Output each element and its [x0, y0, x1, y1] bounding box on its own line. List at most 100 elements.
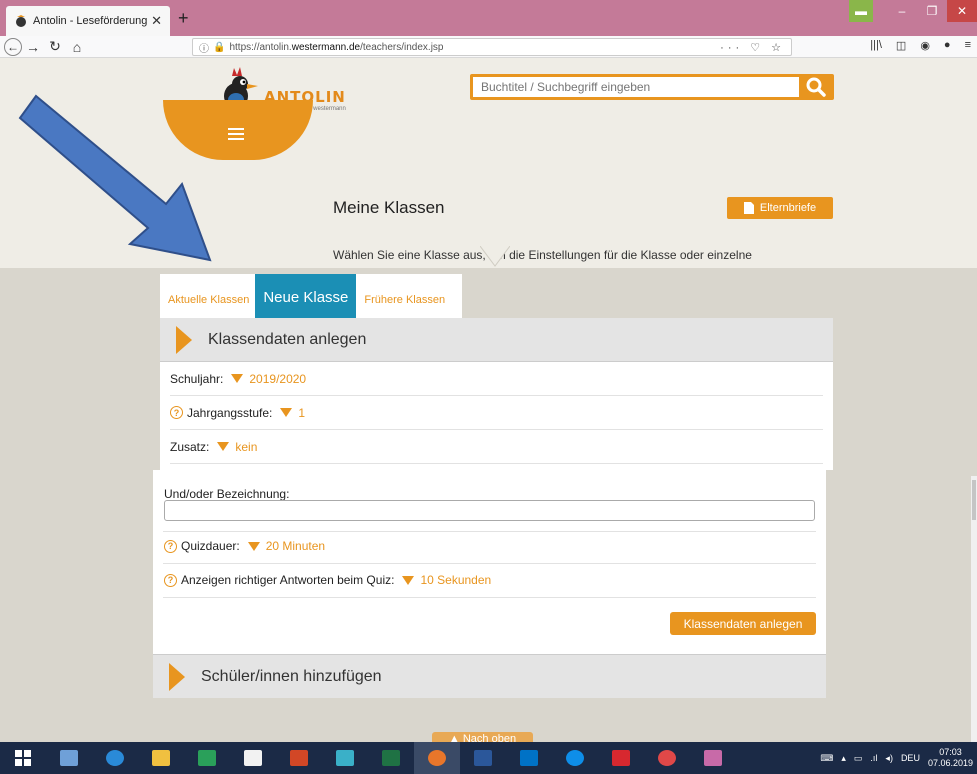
page-scrollbar[interactable]: [971, 476, 977, 744]
tab-new-class[interactable]: Neue Klasse: [255, 274, 357, 318]
browser-tab[interactable]: Antolin - Leseförderung von Kl ✕: [6, 6, 170, 36]
network-computer-icon[interactable]: [46, 742, 92, 774]
browser-tabbar: Antolin - Leseförderung von Kl ✕ + ▬ – ❐…: [0, 0, 977, 36]
annotation-arrow-icon: [18, 94, 212, 262]
windows-start-icon[interactable]: [0, 742, 46, 774]
help-icon[interactable]: ?: [170, 406, 183, 419]
help-icon[interactable]: ?: [164, 539, 177, 553]
scrollbar-thumb[interactable]: [972, 480, 976, 520]
antolin-favicon-icon: [16, 15, 26, 27]
dropdown-triangle-icon[interactable]: [280, 408, 293, 417]
school-year-select[interactable]: 2019/2020: [249, 372, 306, 386]
add-students-section[interactable]: Schüler/innen hinzufügen: [153, 654, 826, 698]
class-data-card: Klassendaten anlegen Schuljahr: 2019/202…: [160, 318, 833, 470]
library-icon[interactable]: |||\: [870, 39, 882, 52]
browser-tab-title: Antolin - Leseförderung von Kl: [33, 15, 148, 27]
language-indicator[interactable]: DEU: [901, 753, 920, 763]
forward-icon[interactable]: →: [22, 39, 44, 55]
internet-explorer-icon[interactable]: [92, 742, 138, 774]
lock-icon[interactable]: 🔒: [213, 42, 225, 53]
clock-date: 07.06.2019: [927, 758, 973, 768]
dropdown-triangle-icon[interactable]: [231, 374, 244, 383]
school-year-label: Schuljahr:: [170, 371, 224, 386]
powerpoint-icon[interactable]: [276, 742, 322, 774]
store-icon[interactable]: [184, 742, 230, 774]
school-year-row: Schuljahr: 2019/2020: [170, 362, 823, 396]
show-answers-row: ? Anzeigen richtiger Antworten beim Quiz…: [164, 573, 491, 587]
dropdown-triangle-icon[interactable]: [247, 541, 260, 551]
play-arrow-icon: [169, 662, 185, 691]
class-name-input[interactable]: [164, 500, 815, 521]
suffix-row: Zusatz: kein: [170, 430, 823, 464]
account-icon[interactable]: ●: [944, 39, 951, 52]
document-app-icon[interactable]: [230, 742, 276, 774]
acrobat-icon[interactable]: [598, 742, 644, 774]
firefox-icon[interactable]: [414, 742, 460, 774]
reload-icon[interactable]: ↻: [44, 38, 66, 55]
photos-icon[interactable]: [690, 742, 736, 774]
class-data-header[interactable]: Klassendaten anlegen: [160, 318, 833, 362]
divider: [163, 563, 816, 564]
suffix-select[interactable]: kein: [235, 440, 257, 454]
outlook-icon[interactable]: [506, 742, 552, 774]
create-class-button[interactable]: Klassendaten anlegen: [670, 612, 816, 635]
keyboard-icon[interactable]: ⌨: [820, 753, 833, 764]
dropdown-triangle-icon[interactable]: [217, 442, 230, 451]
file-explorer-icon[interactable]: [138, 742, 184, 774]
tab-former-classes[interactable]: Frühere Klassen: [356, 274, 451, 318]
page-title: Meine Klassen: [333, 198, 445, 217]
parent-letters-label: Elternbriefe: [759, 202, 817, 214]
word-icon[interactable]: [460, 742, 506, 774]
network-icon[interactable]: ▭: [854, 753, 863, 764]
quiz-duration-select[interactable]: 20 Minuten: [266, 539, 325, 553]
class-data-card-continued: Und/oder Bezeichnung: ? Quizdauer: 20 Mi…: [153, 470, 826, 654]
window-close-icon[interactable]: ✕: [947, 0, 977, 22]
close-icon[interactable]: ✕: [151, 13, 162, 29]
document-icon: [743, 202, 754, 214]
paint-icon[interactable]: [644, 742, 690, 774]
dropdown-triangle-icon[interactable]: [402, 575, 415, 585]
grade-label: Jahrgangsstufe:: [187, 405, 273, 420]
volume-icon[interactable]: ◂): [885, 753, 893, 764]
parent-letters-button[interactable]: Elternbriefe: [727, 197, 833, 219]
url-bar[interactable]: ⓘ 🔒 https://antolin.westermann.de/teache…: [192, 38, 792, 56]
sidebar-icon[interactable]: ◫: [896, 39, 906, 52]
hamburger-icon: [228, 128, 244, 143]
name-label: Und/oder Bezeichnung:: [164, 487, 290, 501]
show-answers-label: Anzeigen richtiger Antworten beim Quiz:: [181, 573, 395, 587]
windows-taskbar: ⌨ ▴ ▭ .ıl ◂) DEU 07:03 07.06.2019: [0, 742, 977, 774]
info-icon[interactable]: ⓘ: [199, 40, 209, 55]
menu-icon[interactable]: ≡: [965, 39, 971, 52]
suffix-label: Zusatz:: [170, 439, 210, 454]
back-icon[interactable]: ←: [4, 37, 22, 56]
class-data-title: Klassendaten anlegen: [208, 330, 367, 348]
header-notch: [480, 246, 510, 267]
minimize-icon[interactable]: –: [887, 0, 917, 22]
grade-select[interactable]: 1: [298, 406, 305, 420]
grade-row: ? Jahrgangsstufe: 1: [170, 396, 823, 430]
add-students-title: Schüler/innen hinzufügen: [201, 667, 382, 685]
show-answers-select[interactable]: 10 Sekunden: [420, 573, 491, 587]
restore-icon[interactable]: ❐: [917, 0, 947, 22]
help-icon[interactable]: ?: [164, 573, 177, 587]
signal-icon[interactable]: .ıl: [870, 753, 877, 763]
app-icon[interactable]: [322, 742, 368, 774]
teamviewer-icon[interactable]: [552, 742, 598, 774]
search-input[interactable]: [473, 77, 799, 97]
toolbar-right: |||\ ◫ ◉ ● ≡: [870, 39, 971, 52]
window-controls: ▬ – ❐ ✕: [849, 0, 977, 22]
divider: [163, 531, 816, 532]
extension-icon[interactable]: ◉: [920, 39, 930, 52]
search-box: [470, 74, 834, 100]
excel-icon[interactable]: [368, 742, 414, 774]
quiz-duration-row: ? Quizdauer: 20 Minuten: [164, 539, 325, 553]
taskbar-clock[interactable]: 07:03 07.06.2019: [928, 747, 973, 769]
url-text[interactable]: https://antolin.westermann.de/teachers/i…: [229, 42, 720, 53]
new-tab-button[interactable]: +: [178, 8, 189, 29]
page-actions[interactable]: ··· ♡ ☆: [720, 41, 785, 54]
show-hidden-icon[interactable]: ▴: [841, 753, 846, 764]
play-arrow-icon: [176, 325, 192, 354]
search-icon[interactable]: [806, 77, 826, 97]
home-icon[interactable]: ⌂: [66, 39, 88, 55]
divider: [163, 597, 816, 598]
